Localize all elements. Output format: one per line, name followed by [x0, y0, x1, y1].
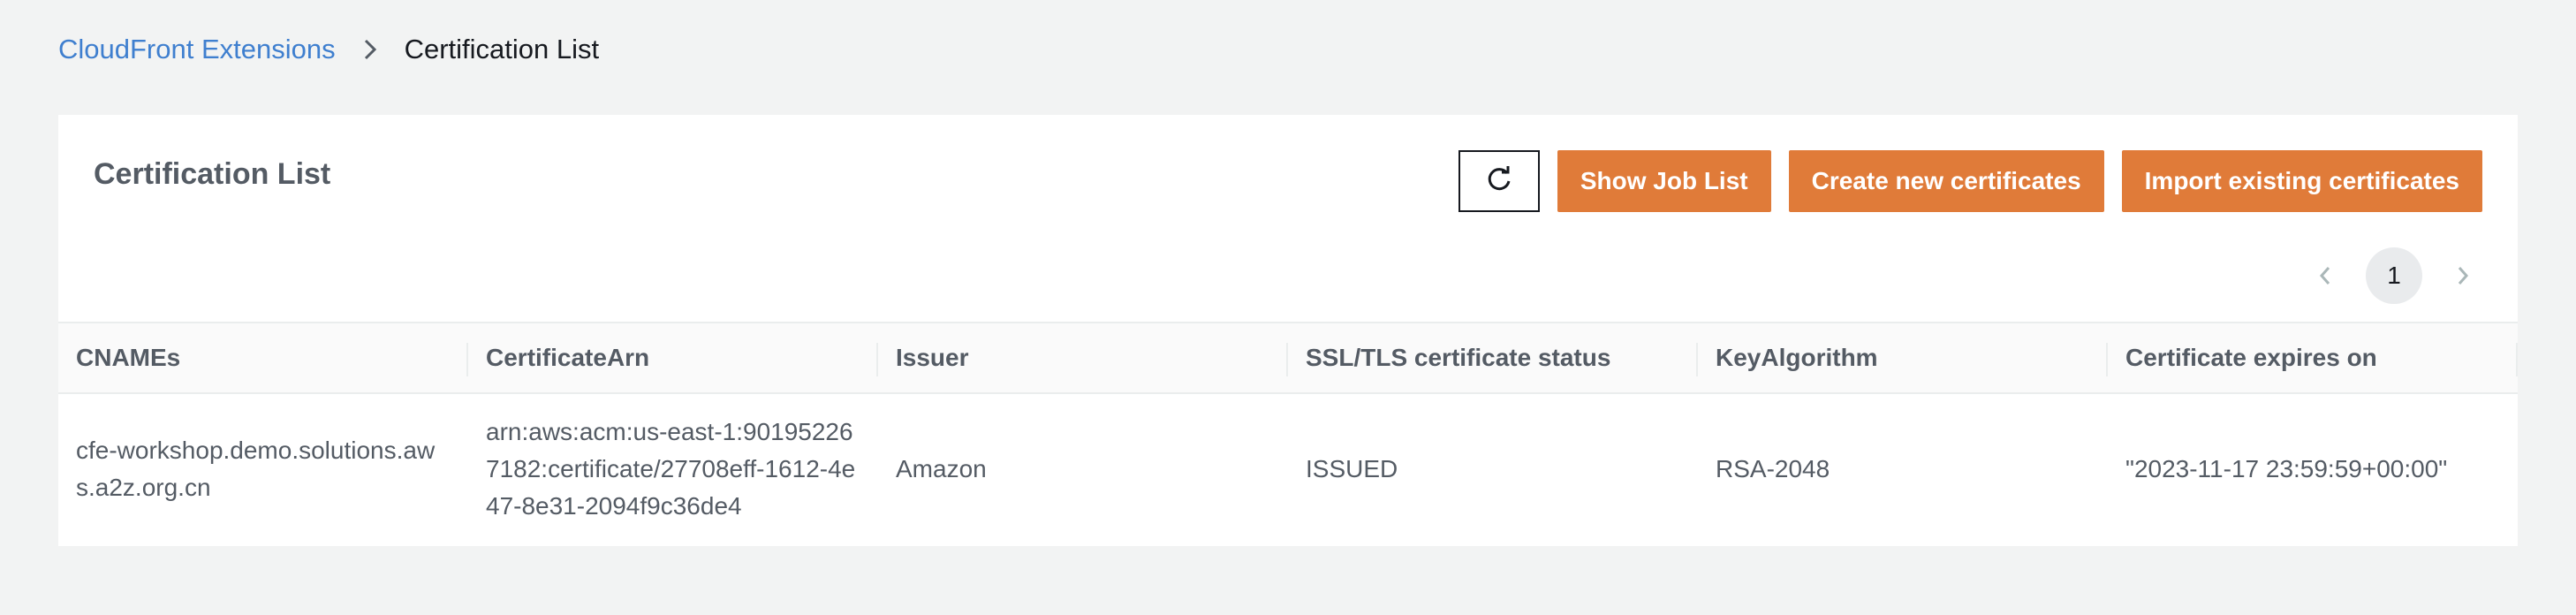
chevron-right-icon[interactable] [2445, 248, 2481, 303]
column-header-cnames[interactable]: CNAMEs [58, 323, 468, 392]
cell-expires-on: "2023-11-17 23:59:59+00:00" [2108, 394, 2518, 544]
card-actions: Show Job List Create new certificates Im… [1458, 150, 2482, 212]
refresh-button[interactable] [1458, 150, 1540, 212]
create-new-certificates-button[interactable]: Create new certificates [1788, 150, 2104, 212]
certificate-arn-value: arn:aws:acm:us-east-1:901952267182:certi… [486, 418, 856, 520]
show-job-list-button[interactable]: Show Job List [1557, 150, 1771, 212]
issuer-value: Amazon [896, 455, 987, 482]
chevron-left-icon[interactable] [2307, 248, 2343, 303]
column-header-issuer[interactable]: Issuer [878, 323, 1288, 392]
certificates-table: CNAMEs CertificateArn Issuer SSL/TLS cer… [58, 322, 2518, 544]
certification-list-card: Certification List Show Job List Create … [58, 115, 2518, 546]
cell-cnames: cfe-workshop.demo.solutions.aws.a2z.org.… [58, 394, 468, 544]
cnames-value: cfe-workshop.demo.solutions.aws.a2z.org.… [76, 437, 436, 501]
cell-issuer: Amazon [878, 394, 1288, 544]
pagination: 1 [2307, 247, 2481, 304]
card-title: Certification List [94, 157, 331, 191]
breadcrumb-current: Certification List [404, 34, 600, 65]
cell-key-algorithm: RSA-2048 [1698, 394, 2108, 544]
breadcrumb: CloudFront Extensions Certification List [58, 32, 599, 67]
status-value: ISSUED [1306, 455, 1398, 482]
key-algorithm-value: RSA-2048 [1716, 455, 1830, 482]
cell-certificate-arn: arn:aws:acm:us-east-1:901952267182:certi… [468, 394, 878, 544]
pagination-page-1[interactable]: 1 [2366, 247, 2422, 304]
chevron-right-icon [362, 37, 378, 62]
table-row[interactable]: cfe-workshop.demo.solutions.aws.a2z.org.… [58, 394, 2518, 544]
column-header-expires-on[interactable]: Certificate expires on [2108, 323, 2518, 392]
cell-status: ISSUED [1288, 394, 1698, 544]
import-existing-certificates-button[interactable]: Import existing certificates [2121, 150, 2482, 212]
expires-on-value: "2023-11-17 23:59:59+00:00" [2125, 455, 2448, 482]
column-header-status[interactable]: SSL/TLS certificate status [1288, 323, 1698, 392]
column-header-key-algorithm[interactable]: KeyAlgorithm [1698, 323, 2108, 392]
table-header: CNAMEs CertificateArn Issuer SSL/TLS cer… [58, 322, 2518, 394]
column-header-certificate-arn[interactable]: CertificateArn [468, 323, 878, 392]
refresh-icon [1484, 164, 1514, 199]
breadcrumb-link-cloudfront-extensions[interactable]: CloudFront Extensions [58, 32, 336, 67]
